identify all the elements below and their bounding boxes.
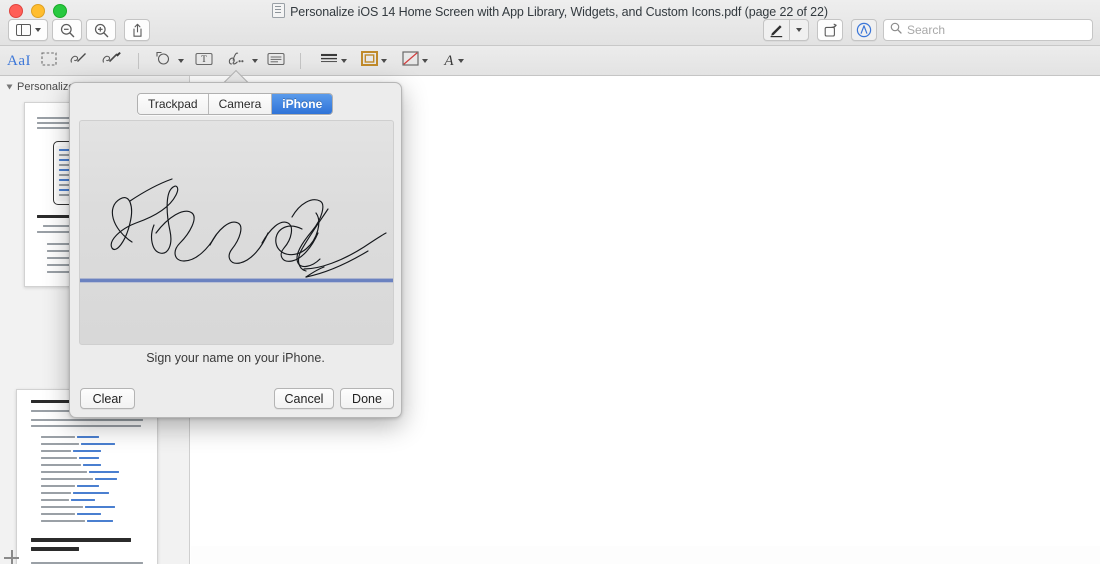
text-selection-label: AaI — [7, 52, 31, 69]
search-icon — [890, 21, 902, 39]
border-color-icon — [361, 51, 378, 71]
markup-circle-icon — [856, 22, 872, 38]
fill-color-icon — [402, 51, 419, 71]
sidebar-icon — [15, 24, 31, 36]
zoom-in-icon — [94, 23, 109, 38]
markup-draw-button[interactable] — [98, 49, 126, 73]
rotate-icon — [823, 23, 838, 38]
markup-toolbar: AaI T A — [0, 46, 1100, 76]
zoom-window-button[interactable] — [53, 4, 67, 18]
share-button[interactable] — [124, 19, 150, 41]
markup-toolbar-toggle-button[interactable] — [851, 19, 877, 41]
search-placeholder: Search — [907, 23, 946, 37]
markup-line-style-button[interactable] — [314, 49, 352, 73]
zoom-out-icon — [60, 23, 75, 38]
signature-drawing — [80, 121, 393, 344]
chevron-down-icon — [251, 59, 258, 63]
cancel-button[interactable]: Cancel — [274, 388, 334, 409]
chevron-down-icon — [177, 59, 184, 63]
toolbar-divider — [300, 53, 301, 69]
crosshair-cursor — [4, 550, 19, 564]
text-box-icon: T — [195, 52, 213, 71]
chevron-down-icon — [796, 28, 802, 32]
minimize-window-button[interactable] — [31, 4, 45, 18]
signature-canvas[interactable] — [79, 120, 394, 345]
chevron-down-icon — [381, 59, 387, 63]
zoom-out-button[interactable] — [52, 19, 82, 41]
chevron-down-icon — [457, 59, 464, 63]
line-style-icon — [320, 52, 338, 71]
draw-icon — [101, 51, 123, 72]
traffic-lights — [9, 4, 67, 18]
done-button[interactable]: Done — [340, 388, 394, 409]
rotate-button[interactable] — [817, 19, 843, 41]
markup-text-selection-button[interactable]: AaI — [4, 49, 34, 73]
font-style-label: A — [444, 52, 454, 69]
title-bar: Personalize iOS 14 Home Screen with App … — [0, 0, 1100, 46]
note-icon — [267, 52, 285, 71]
sidebar-view-button[interactable] — [8, 19, 48, 41]
tab-camera[interactable]: Camera — [208, 94, 273, 114]
shapes-icon — [155, 51, 175, 71]
signature-icon — [227, 51, 249, 72]
signature-source-tabs[interactable]: Trackpad Camera iPhone — [137, 93, 334, 115]
document-title-text: Personalize iOS 14 Home Screen with App … — [290, 5, 828, 19]
markup-rectangular-selection-button[interactable] — [36, 49, 62, 73]
tab-iphone[interactable]: iPhone — [272, 94, 333, 114]
markup-fill-color-button[interactable] — [396, 49, 434, 73]
share-icon — [131, 23, 144, 38]
markup-note-button[interactable] — [264, 49, 288, 73]
search-input[interactable]: Search — [883, 19, 1093, 41]
close-window-button[interactable] — [9, 4, 23, 18]
chevron-down-icon — [340, 59, 347, 63]
clear-button[interactable]: Clear — [80, 388, 135, 409]
disclosure-triangle-icon[interactable] — [6, 84, 13, 90]
zoom-in-button[interactable] — [86, 19, 116, 41]
svg-text:T: T — [201, 54, 207, 64]
markup-border-color-button[interactable] — [355, 49, 393, 73]
rectangular-selection-icon — [41, 51, 57, 71]
markup-shapes-button[interactable] — [150, 49, 188, 73]
pen-icon — [769, 23, 784, 38]
document-icon — [272, 3, 286, 18]
chevron-down-icon — [34, 28, 41, 32]
markup-pen-menu-button[interactable] — [789, 19, 809, 41]
signature-capture-popover: Trackpad Camera iPhone Sign your name on… — [69, 82, 402, 418]
markup-text-box-button[interactable]: T — [192, 49, 216, 73]
tab-trackpad[interactable]: Trackpad — [138, 94, 209, 114]
markup-pen-button[interactable] — [763, 19, 789, 41]
signature-hint-text: Sign your name on your iPhone. — [146, 351, 325, 365]
chevron-down-icon — [422, 59, 428, 63]
page-title: Personalize iOS 14 Home Screen with App … — [0, 3, 1100, 19]
markup-sketch-button[interactable] — [66, 49, 92, 73]
markup-font-style-button[interactable]: A — [437, 49, 471, 73]
sketch-icon — [69, 51, 89, 72]
toolbar-divider — [138, 53, 139, 69]
